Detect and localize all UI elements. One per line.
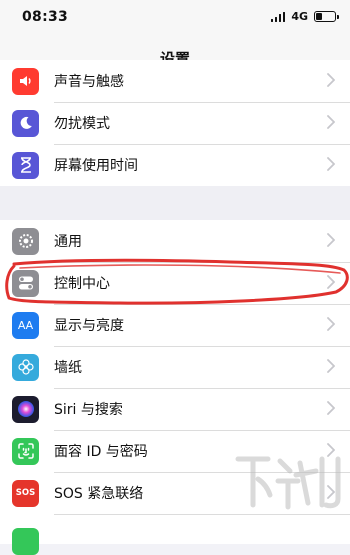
settings-group-1: 声音与触感 勿扰模式 屏幕使用时间 bbox=[0, 60, 350, 186]
battery-icon bbox=[314, 11, 336, 22]
row-label: 声音与触感 bbox=[54, 71, 124, 91]
settings-row-control-center[interactable]: 控制中心 bbox=[0, 262, 350, 304]
gear-icon bbox=[12, 228, 39, 255]
speaker-icon bbox=[12, 68, 39, 95]
status-time: 08:33 bbox=[22, 9, 68, 25]
aa-icon: AA bbox=[12, 312, 39, 339]
row-label: 屏幕使用时间 bbox=[54, 155, 138, 175]
row-label: 控制中心 bbox=[54, 273, 110, 293]
hourglass-icon bbox=[12, 152, 39, 179]
row-label: 面容 ID 与密码 bbox=[54, 441, 148, 461]
settings-row-siri-search[interactable]: Siri 与搜索 bbox=[0, 388, 350, 430]
row-label: Siri 与搜索 bbox=[54, 399, 123, 419]
row-label: 显示与亮度 bbox=[54, 315, 124, 335]
signal-icon bbox=[271, 12, 286, 22]
chevron-right-icon bbox=[327, 233, 335, 247]
settings-row-do-not-disturb[interactable]: 勿扰模式 bbox=[0, 102, 350, 144]
network-label: 4G bbox=[291, 10, 308, 23]
toggle-icon bbox=[12, 270, 39, 297]
chevron-right-icon bbox=[327, 359, 335, 373]
row-label: 勿扰模式 bbox=[54, 113, 110, 133]
chevron-right-icon bbox=[327, 115, 335, 129]
chevron-right-icon bbox=[327, 157, 335, 171]
section-gap bbox=[0, 186, 350, 220]
sos-icon: SOS bbox=[12, 480, 39, 507]
status-bar: 08:33 4G bbox=[0, 0, 350, 34]
chevron-right-icon bbox=[327, 275, 335, 289]
flower-icon bbox=[12, 354, 39, 381]
row-label: 墙纸 bbox=[54, 357, 82, 377]
row-label: SOS 紧急联络 bbox=[54, 483, 143, 503]
chevron-right-icon bbox=[327, 317, 335, 331]
chevron-right-icon bbox=[327, 401, 335, 415]
settings-row-general[interactable]: 通用 bbox=[0, 220, 350, 262]
chevron-right-icon bbox=[327, 73, 335, 87]
status-indicators: 4G bbox=[271, 10, 336, 23]
watermark-logo bbox=[230, 451, 348, 517]
settings-row-sounds[interactable]: 声音与触感 bbox=[0, 60, 350, 102]
row-label: 通用 bbox=[54, 231, 82, 251]
settings-row-screen-time[interactable]: 屏幕使用时间 bbox=[0, 144, 350, 186]
moon-icon bbox=[12, 110, 39, 137]
partial-icon bbox=[12, 528, 39, 555]
settings-row-wallpaper[interactable]: 墙纸 bbox=[0, 346, 350, 388]
siri-icon bbox=[12, 396, 39, 423]
settings-row-display-brightness[interactable]: AA 显示与亮度 bbox=[0, 304, 350, 346]
faceid-icon bbox=[12, 438, 39, 465]
